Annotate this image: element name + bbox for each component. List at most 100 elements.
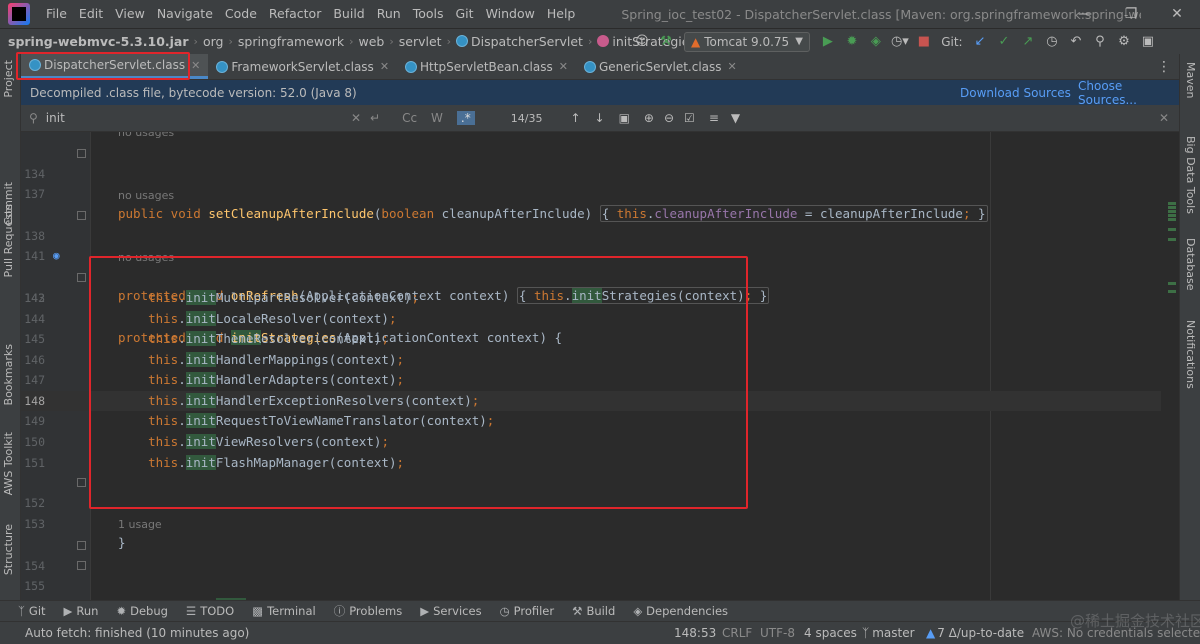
menu-file[interactable]: File [40,0,73,28]
menu-window[interactable]: Window [480,0,541,28]
class-icon [583,60,596,73]
words-toggle[interactable]: W [431,111,443,125]
settings-gear-icon[interactable]: ⚙ [1114,32,1134,52]
build-hammer-icon[interactable]: ⚒ [656,32,676,52]
close-tab-icon[interactable]: ✕ [380,60,389,73]
tool-project[interactable]: Project [2,60,15,98]
tool-structure[interactable]: Structure [2,524,15,575]
tool-dependencies[interactable]: ◈ Dependencies [633,604,728,618]
tool-database[interactable]: Database [1184,238,1197,291]
git-push-icon[interactable]: ↗ [1018,32,1038,52]
code-line: 154 private void initMultipartResolver(A… [21,536,1161,600]
minimize-icon[interactable]: — [1062,0,1108,28]
git-status[interactable]: ▲ 7 Δ/up-to-date [926,626,1024,640]
stop-icon[interactable]: ■ [914,32,934,52]
choose-sources-link[interactable]: Choose Sources... [1078,79,1179,107]
menu-edit[interactable]: Edit [73,0,109,28]
fold-icon[interactable] [77,478,86,487]
coverage-icon[interactable]: ◈ [866,32,886,52]
profile-icon[interactable]: ◷▾ [890,32,910,52]
fold-icon[interactable] [77,561,86,570]
tool-aws-toolkit[interactable]: AWS Toolkit [2,432,15,495]
add-selection-icon[interactable]: ⊕ [644,111,654,125]
clear-icon[interactable]: ✕ [351,111,361,125]
remove-selection-icon[interactable]: ⊖ [664,111,674,125]
tab-genericservlet[interactable]: GenericServlet.class ✕ [576,54,745,79]
menu-run[interactable]: Run [371,0,407,28]
restore-icon[interactable]: ❐ [1108,0,1154,28]
tool-pull-requests[interactable]: Pull Requests [2,204,15,277]
breadcrumb-org[interactable]: org [200,34,227,49]
tool-problems[interactable]: ⓘ Problems [334,603,403,619]
tool-maven[interactable]: Maven [1184,62,1197,98]
breadcrumb-jar[interactable]: spring-webmvc-5.3.10.jar [0,34,192,49]
caret-position[interactable]: 148:53 [674,626,716,640]
line-separator[interactable]: CRLF [722,626,752,640]
fold-icon[interactable] [77,273,86,282]
menu-code[interactable]: Code [219,0,263,28]
find-bar: ⚲ init ✕ ↵ Cc W .* 14/35 ↑ ↓ ▣ ⊕ ⊖ ☑ ≡ ▼… [21,105,1179,132]
fold-icon[interactable] [77,211,86,220]
open-in-window-icon[interactable]: ▣ [619,111,630,125]
breadcrumb-springframework[interactable]: springframework [235,34,347,49]
intellij-logo-icon [8,3,30,25]
breadcrumb-class[interactable]: DispatcherServlet [453,34,586,49]
close-find-icon[interactable]: ✕ [1159,111,1169,125]
menu-help[interactable]: Help [541,0,582,28]
tool-todo[interactable]: ☰ TODO [186,604,234,618]
menu-build[interactable]: Build [327,0,370,28]
override-marker-icon[interactable]: ◉ [53,246,60,266]
run-configuration-select[interactable]: ▲ Tomcat 9.0.75 ▼ [684,31,810,52]
tool-git[interactable]: ᛉ Git [18,604,46,618]
arrow-down-icon[interactable]: ↓ [595,111,605,125]
find-input[interactable]: ⚲ init ✕ [21,105,366,132]
fold-icon[interactable] [77,149,86,158]
menu-view[interactable]: View [109,0,151,28]
file-encoding[interactable]: UTF-8 [760,626,795,640]
indent-setting[interactable]: 4 spaces [804,626,857,640]
filter-icon[interactable]: ▼ [731,111,740,125]
run-icon[interactable]: ▶ [818,32,838,52]
tab-httpservletbean[interactable]: HttpServletBean.class ✕ [397,54,576,79]
more-tabs-icon[interactable]: ⋮ [1157,59,1171,75]
git-update-icon[interactable]: ↙ [970,32,990,52]
tool-bookmarks[interactable]: Bookmarks [2,344,15,405]
git-branch[interactable]: ᛉ master [862,626,915,640]
menu-tools[interactable]: Tools [407,0,450,28]
tool-services[interactable]: ▶ Services [420,604,481,618]
git-history-icon[interactable]: ◷ [1042,32,1062,52]
tool-notifications[interactable]: Notifications [1184,320,1197,389]
tool-debug[interactable]: ✹ Debug [116,604,167,618]
debug-icon[interactable]: ✹ [842,32,862,52]
menu-git[interactable]: Git [450,0,480,28]
menu-refactor[interactable]: Refactor [263,0,327,28]
close-tab-icon[interactable]: ✕ [559,60,568,73]
breadcrumb-web[interactable]: web [356,34,388,49]
tool-profiler[interactable]: ◷ Profiler [500,604,555,618]
code-line: 138 ◉ protected void onRefresh(Applicati… [21,206,1161,304]
regex-toggle[interactable]: .* [456,111,475,125]
close-tab-icon[interactable]: ✕ [191,59,200,72]
match-case-toggle[interactable]: Cc [402,111,417,125]
breadcrumb-servlet[interactable]: servlet [396,34,445,49]
git-commit-icon[interactable]: ✓ [994,32,1014,52]
tool-build[interactable]: ⚒ Build [572,604,615,618]
tab-frameworkservlet[interactable]: FrameworkServlet.class ✕ [208,54,397,79]
menu-navigate[interactable]: Navigate [151,0,219,28]
filter-options-icon[interactable]: ≡ [709,111,719,125]
rollback-icon[interactable]: ↶ [1066,32,1086,52]
tool-terminal[interactable]: ▩ Terminal [252,604,315,618]
tool-run[interactable]: ▶ Run [64,604,99,618]
user-icon[interactable]: ☺▾ [632,32,652,69]
fold-icon[interactable] [77,541,86,550]
close-tab-icon[interactable]: ✕ [728,60,737,73]
download-sources-link[interactable]: Download Sources [960,86,1071,100]
arrow-up-icon[interactable]: ↑ [570,111,580,125]
tool-big-data-tools[interactable]: Big Data Tools [1184,136,1197,214]
close-window-icon[interactable]: ✕ [1154,0,1200,28]
scroll-marker [1168,206,1176,209]
newline-icon[interactable]: ↵ [370,111,380,125]
select-all-icon[interactable]: ☑ [684,111,695,125]
ide-logo-icon[interactable]: ▣ [1138,32,1158,52]
search-icon[interactable]: ⚲ [1090,32,1110,52]
